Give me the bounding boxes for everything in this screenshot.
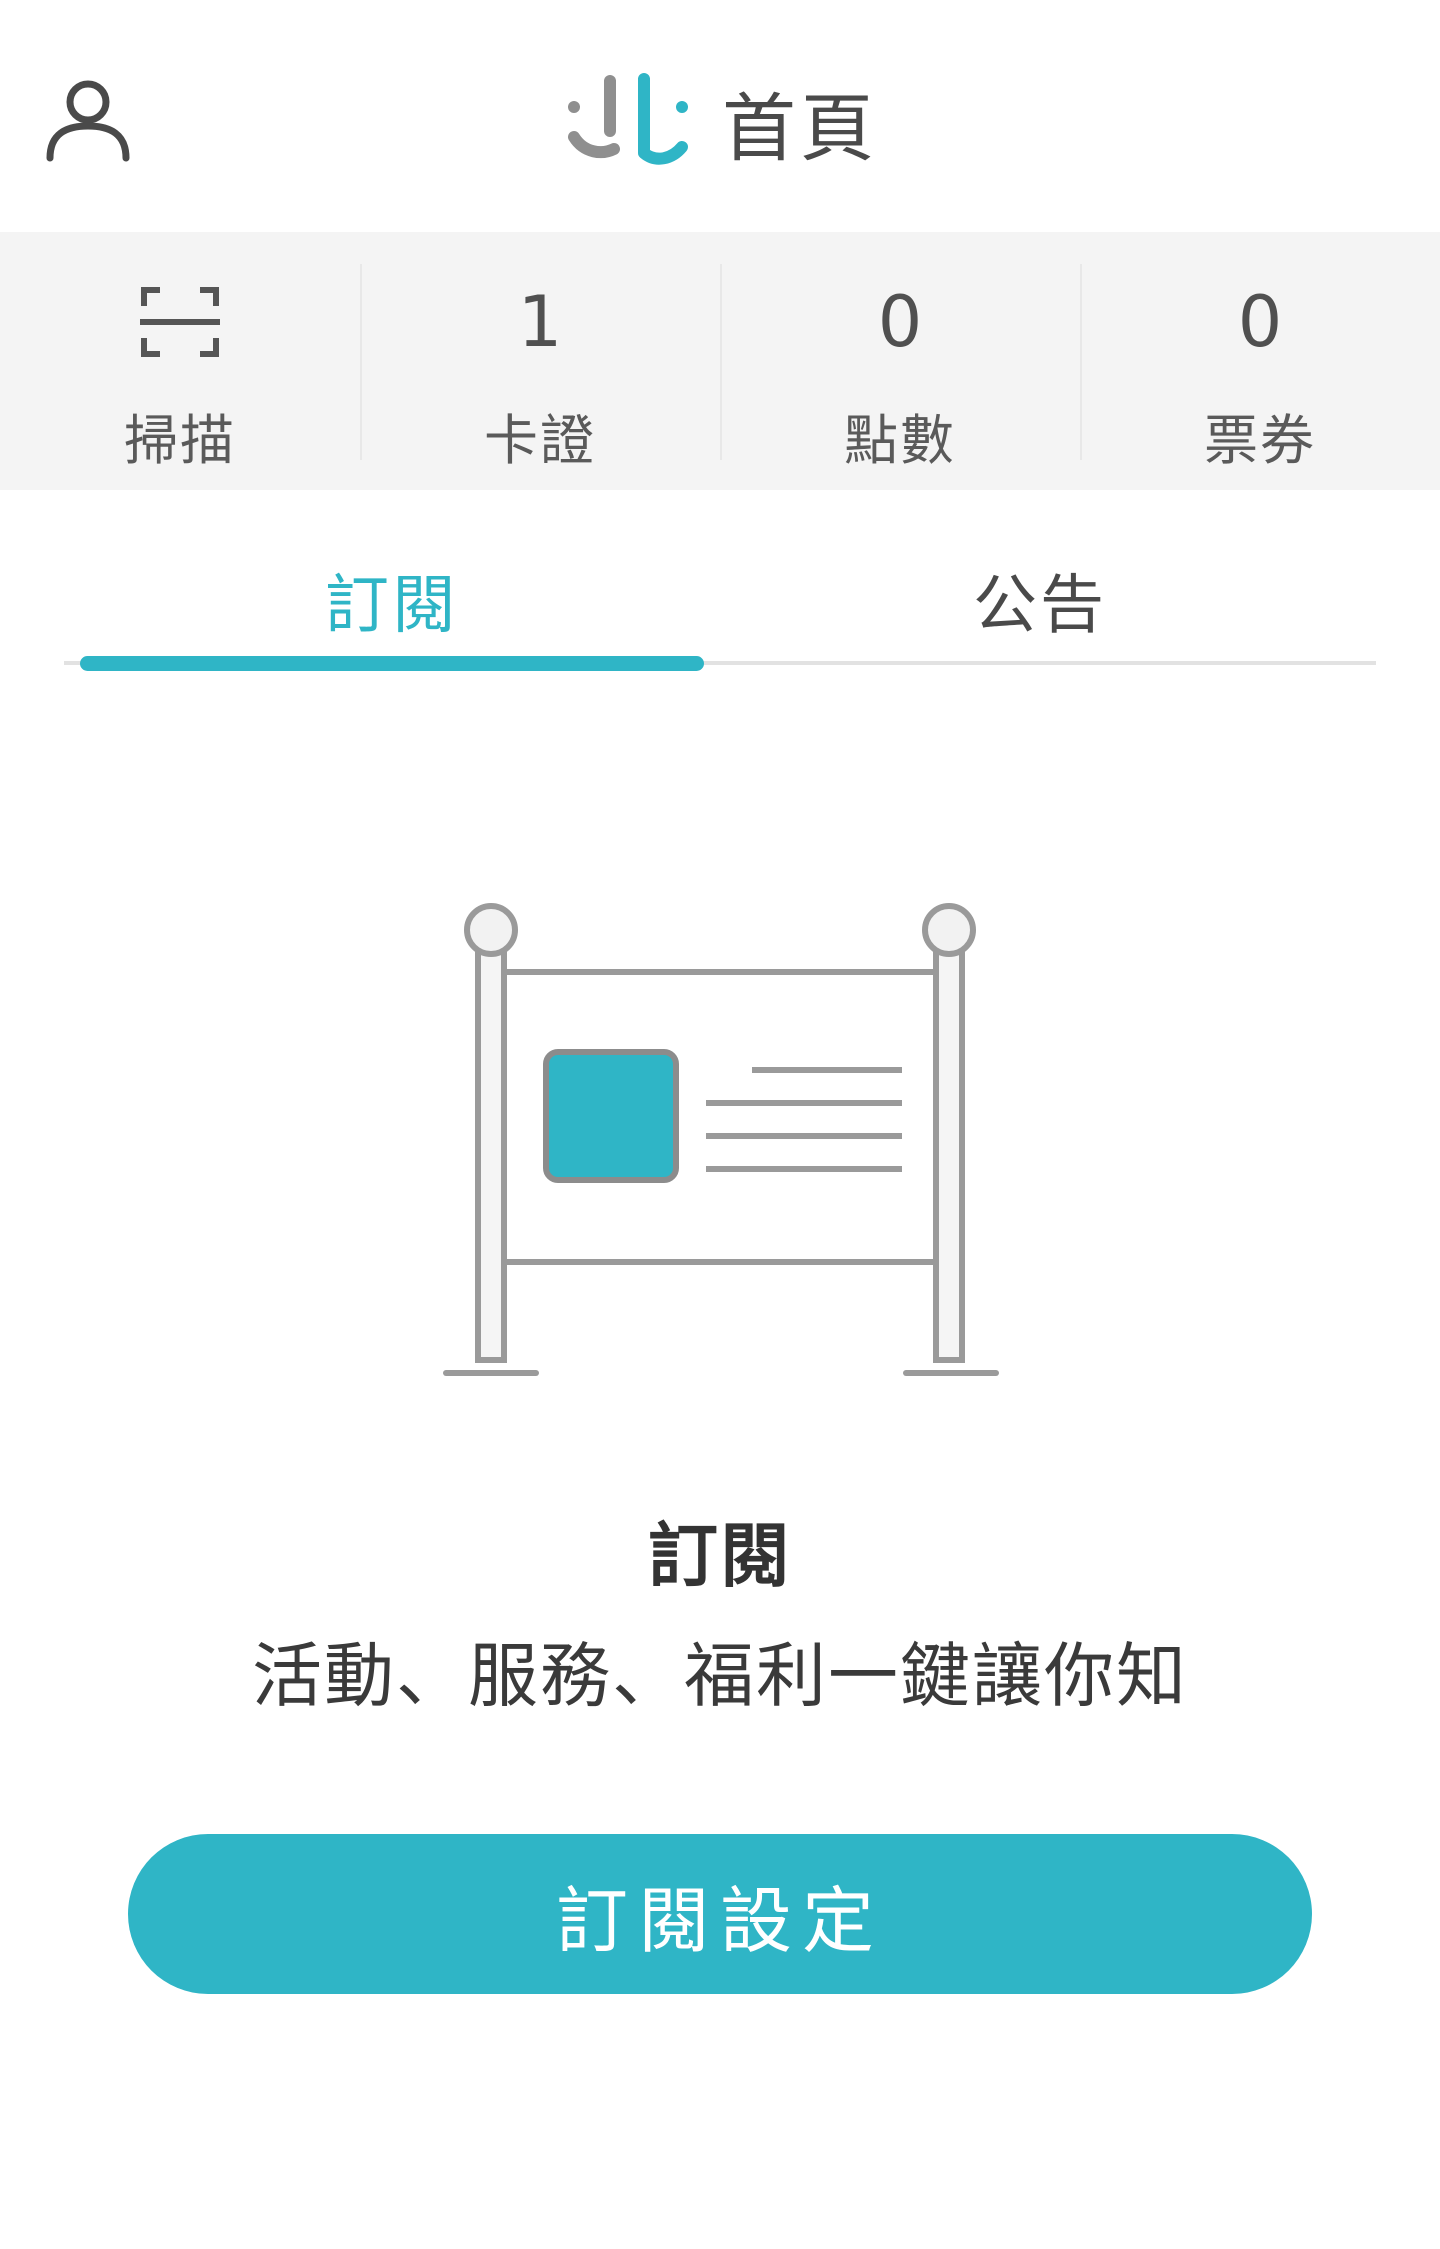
stats-bar: 掃描 1 卡證 0 點數 0 票券 xyxy=(0,232,1440,490)
stat-tickets[interactable]: 0 票券 xyxy=(1080,232,1440,490)
empty-state-title: 訂閱 xyxy=(648,1515,792,1597)
stat-label-cards: 卡證 xyxy=(484,409,596,472)
bulletin-board-illustration xyxy=(430,890,1010,1390)
empty-state-description: 活動、服務、福利一鍵讓你知 xyxy=(252,1635,1188,1717)
stat-scan[interactable]: 掃描 xyxy=(0,232,360,490)
page-title: 首頁 xyxy=(722,85,878,172)
stat-label-scan: 掃描 xyxy=(124,409,236,472)
app-logo-icon xyxy=(562,67,692,177)
tab-bar: 訂閱 公告 xyxy=(64,540,1376,672)
stat-label-points: 點數 xyxy=(844,409,956,472)
stat-value-points: 0 xyxy=(877,281,923,363)
header-title-group: 首頁 xyxy=(0,52,1440,192)
stat-value-tickets: 0 xyxy=(1237,281,1283,363)
app-header: 首頁 xyxy=(0,0,1440,232)
stat-cards[interactable]: 1 卡證 xyxy=(360,232,720,490)
stat-points[interactable]: 0 點數 xyxy=(720,232,1080,490)
subscription-settings-button[interactable]: 訂閱設定 xyxy=(128,1834,1312,1994)
active-tab-indicator xyxy=(80,656,704,671)
stat-value-cards: 1 xyxy=(517,281,563,363)
tab-announcements[interactable]: 公告 xyxy=(720,540,1360,660)
stat-label-tickets: 票券 xyxy=(1204,409,1316,472)
scan-icon xyxy=(140,274,220,370)
tab-subscribe[interactable]: 訂閱 xyxy=(80,540,704,660)
